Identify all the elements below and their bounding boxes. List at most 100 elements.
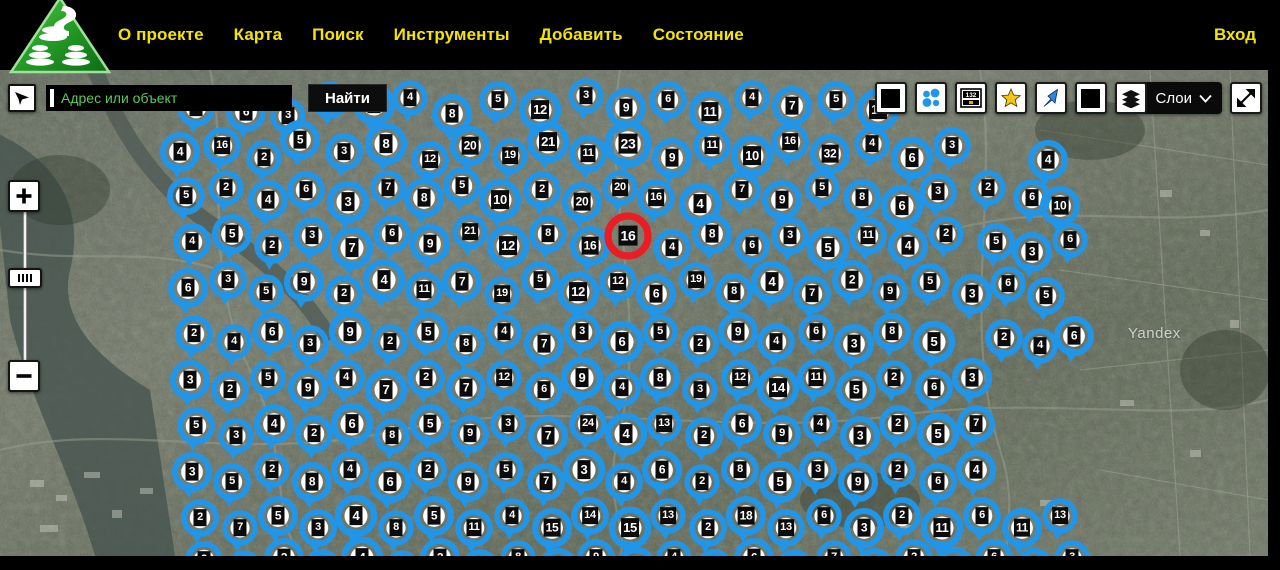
- map-marker[interactable]: 5: [803, 169, 841, 215]
- map-marker[interactable]: 11: [796, 358, 836, 406]
- map-marker[interactable]: 7: [722, 170, 762, 218]
- map-marker[interactable]: 5: [279, 119, 321, 169]
- map-marker[interactable]: 6: [167, 267, 209, 317]
- map-marker[interactable]: 3: [292, 216, 332, 264]
- map-marker[interactable]: 2: [684, 416, 724, 464]
- map-marker[interactable]: 3: [263, 537, 305, 556]
- map-marker[interactable]: 3: [169, 359, 211, 409]
- map-marker[interactable]: 9: [717, 311, 759, 361]
- map-marker[interactable]: 20: [601, 169, 639, 215]
- map-marker[interactable]: 6: [914, 368, 954, 416]
- map-marker[interactable]: 2: [875, 359, 913, 405]
- nav-map[interactable]: Карта: [234, 25, 282, 45]
- map-marker[interactable]: 6: [721, 403, 763, 453]
- map-marker[interactable]: 3: [798, 450, 838, 498]
- site-logo[interactable]: [8, 0, 112, 74]
- map-marker[interactable]: 7: [523, 323, 565, 373]
- map-marker[interactable]: 21: [451, 213, 489, 259]
- map-marker[interactable]: 8: [720, 450, 760, 498]
- map-marker[interactable]: 12: [598, 262, 638, 310]
- pin-button[interactable]: [1034, 82, 1067, 114]
- map-marker[interactable]: 4: [493, 497, 531, 543]
- map-marker[interactable]: 5: [478, 80, 518, 128]
- map-marker[interactable]: 3: [770, 216, 810, 264]
- map-marker[interactable]: 4: [159, 131, 201, 181]
- map-marker[interactable]: 9: [560, 356, 604, 408]
- map-marker[interactable]: 13: [649, 497, 687, 543]
- map-marker[interactable]: 14: [570, 496, 610, 544]
- map-marker[interactable]: 16: [604, 212, 652, 268]
- map-marker[interactable]: 4: [955, 449, 997, 499]
- map-marker[interactable]: 6: [286, 170, 326, 218]
- map-marker[interactable]: 4: [932, 546, 976, 556]
- map-marker[interactable]: 7: [526, 462, 566, 510]
- map-marker[interactable]: 5: [976, 222, 1016, 270]
- map-marker[interactable]: 3: [1053, 539, 1091, 556]
- map-marker[interactable]: 8: [691, 213, 733, 263]
- map-marker[interactable]: 5: [407, 311, 449, 361]
- map-marker[interactable]: 3: [918, 172, 958, 220]
- nav-about[interactable]: О проекте: [118, 25, 204, 45]
- map-marker[interactable]: 5: [166, 176, 206, 224]
- black-square-button[interactable]: [874, 82, 907, 114]
- nav-search[interactable]: Поиск: [312, 25, 364, 45]
- map-marker[interactable]: 6: [1053, 315, 1095, 365]
- map-marker[interactable]: 2: [184, 540, 224, 556]
- zoom-out-button[interactable]: [8, 360, 40, 392]
- map-marker[interactable]: 2: [419, 537, 461, 556]
- map-marker[interactable]: 16: [202, 126, 242, 174]
- map-marker[interactable]: 19: [677, 261, 715, 307]
- map-marker[interactable]: 6: [918, 462, 958, 510]
- map-marker[interactable]: 5: [211, 213, 253, 263]
- counter-button[interactable]: 132: [954, 82, 987, 114]
- map-marker[interactable]: 3: [562, 312, 602, 360]
- map-marker[interactable]: 5: [614, 546, 658, 556]
- map-marker[interactable]: 24: [568, 404, 608, 452]
- map-marker[interactable]: 6: [383, 549, 421, 556]
- map-marker[interactable]: 5: [912, 320, 956, 372]
- map-marker[interactable]: 8: [364, 122, 408, 174]
- marker-cluster-layer[interactable]: 5 6 3 7 9 4: [0, 70, 1268, 556]
- map-marker[interactable]: 5: [853, 547, 895, 556]
- map-canvas[interactable]: 5 6 3 7 9 4: [0, 70, 1268, 556]
- map-marker[interactable]: 9: [837, 461, 879, 511]
- map-marker[interactable]: 2: [180, 498, 220, 546]
- map-marker[interactable]: 16: [770, 122, 810, 170]
- map-marker[interactable]: 9: [283, 261, 325, 311]
- map-marker[interactable]: 2: [894, 538, 934, 556]
- map-marker[interactable]: 4: [602, 368, 642, 416]
- map-marker[interactable]: 8: [528, 214, 568, 262]
- map-marker[interactable]: 4: [853, 125, 891, 171]
- clusters-button[interactable]: [914, 82, 947, 114]
- find-button[interactable]: Найти: [308, 84, 387, 112]
- zoom-slider-handle[interactable]: [8, 268, 42, 288]
- map-marker[interactable]: 23: [604, 120, 652, 176]
- map-marker[interactable]: 9: [450, 414, 490, 462]
- map-marker[interactable]: 6: [989, 265, 1027, 311]
- map-marker[interactable]: 2: [408, 450, 448, 498]
- map-marker[interactable]: 5: [641, 313, 679, 359]
- map-marker[interactable]: 7: [956, 404, 996, 452]
- map-marker[interactable]: 5: [442, 166, 482, 214]
- map-marker[interactable]: 2: [522, 170, 562, 218]
- map-marker[interactable]: 4: [750, 260, 794, 312]
- search-field-wrapper[interactable]: [46, 85, 292, 111]
- map-marker[interactable]: 8: [499, 539, 537, 556]
- map-marker[interactable]: 8: [373, 417, 411, 463]
- map-marker[interactable]: 2: [969, 169, 1007, 215]
- map-marker[interactable]: 6: [372, 214, 412, 262]
- map-marker[interactable]: 6: [524, 370, 564, 418]
- map-marker[interactable]: 6: [805, 497, 843, 543]
- map-marker[interactable]: 8: [872, 312, 912, 360]
- map-marker[interactable]: 9: [576, 538, 616, 556]
- map-marker[interactable]: 2: [927, 215, 965, 261]
- search-input[interactable]: [54, 90, 292, 106]
- map-marker[interactable]: 4: [253, 403, 295, 453]
- map-marker[interactable]: 5: [460, 548, 500, 556]
- map-marker[interactable]: 13: [645, 405, 683, 451]
- map-marker[interactable]: 3: [681, 371, 719, 417]
- map-marker[interactable]: 4: [391, 79, 429, 125]
- map-marker[interactable]: 4: [247, 179, 289, 229]
- map-marker[interactable]: 6: [600, 320, 644, 372]
- map-marker[interactable]: 3: [951, 357, 993, 407]
